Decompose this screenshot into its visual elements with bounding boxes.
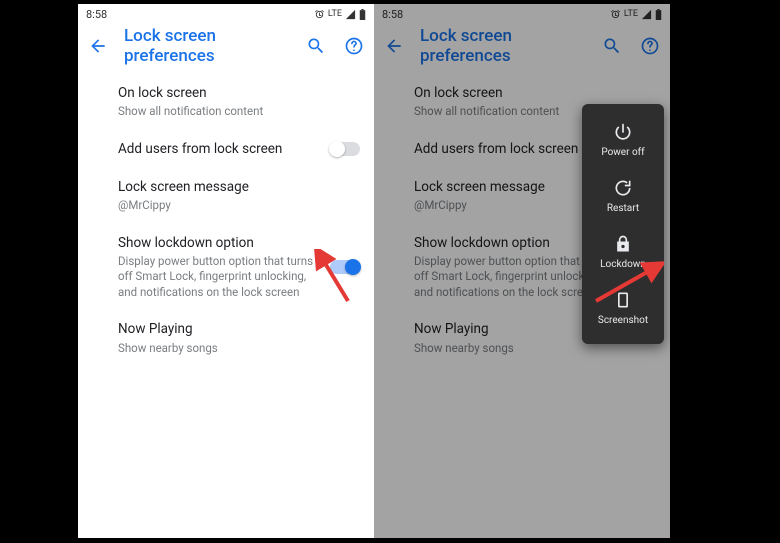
setting-title: Show lockdown option [118,234,356,252]
status-indicators: LTE [610,9,662,20]
screenshot-icon [613,290,633,310]
alarm-icon [314,9,325,20]
status-bar: 8:58 LTE [78,4,374,24]
app-bar: Lock screen preferences [78,24,374,68]
arrow-back-icon [88,36,108,56]
alarm-icon [610,9,621,20]
battery-icon [359,9,366,20]
setting-lock-message[interactable]: Lock screen message @MrCippy [78,168,374,224]
setting-subtitle: @MrCippy [118,198,318,214]
screenshot-button[interactable]: Screenshot [582,280,664,336]
setting-on-lock-screen[interactable]: On lock screen Show all notification con… [78,74,374,130]
restart-label: Restart [607,203,639,214]
toggle-show-lockdown[interactable] [330,260,360,274]
status-network: LTE [624,9,638,19]
setting-title: On lock screen [414,84,652,102]
setting-title: Lock screen message [118,178,356,196]
restart-button[interactable]: Restart [582,168,664,224]
search-icon [602,36,622,56]
search-button[interactable] [600,34,624,58]
search-icon [306,36,326,56]
setting-now-playing[interactable]: Now Playing Show nearby songs [78,310,374,366]
signal-icon [345,9,356,20]
status-bar: 8:58 LTE [374,4,670,24]
setting-show-lockdown[interactable]: Show lockdown option Display power butto… [78,224,374,311]
help-button[interactable] [342,34,366,58]
setting-subtitle: Show all notification content [118,104,318,120]
screenshot-label: Screenshot [598,315,648,326]
page-title: Lock screen preferences [124,26,290,66]
signal-icon [641,9,652,20]
lockdown-button[interactable]: Lockdown [582,224,664,280]
settings-list: On lock screen Show all notification con… [78,68,374,366]
back-button[interactable] [382,34,406,58]
setting-add-users[interactable]: Add users from lock screen [78,130,374,168]
status-time: 8:58 [382,8,403,21]
power-off-button[interactable]: Power off [582,112,664,168]
search-button[interactable] [304,34,328,58]
help-button[interactable] [638,34,662,58]
arrow-back-icon [384,36,404,56]
app-bar: Lock screen preferences [374,24,670,68]
phone-right: 8:58 LTE Lock screen preferences On lock [374,4,670,538]
toggle-add-users[interactable] [330,142,360,156]
phone-left: 8:58 LTE Lock screen preferences On lock [78,4,374,538]
power-menu: Power off Restart Lockdown Screenshot [582,104,664,344]
setting-subtitle: Show nearby songs [118,341,318,357]
setting-title: Now Playing [118,320,356,338]
setting-subtitle: Display power button option that turns o… [118,254,318,301]
status-indicators: LTE [314,9,366,20]
setting-title: Add users from lock screen [118,140,356,158]
status-network: LTE [328,9,342,19]
lock-icon [613,234,633,254]
battery-icon [655,9,662,20]
page-title: Lock screen preferences [420,26,586,66]
power-off-label: Power off [601,147,644,158]
help-icon [640,36,660,56]
restart-icon [613,178,633,198]
setting-title: On lock screen [118,84,356,102]
power-icon [613,122,633,142]
status-time: 8:58 [86,8,107,21]
back-button[interactable] [86,34,110,58]
help-icon [344,36,364,56]
lockdown-label: Lockdown [600,259,646,270]
